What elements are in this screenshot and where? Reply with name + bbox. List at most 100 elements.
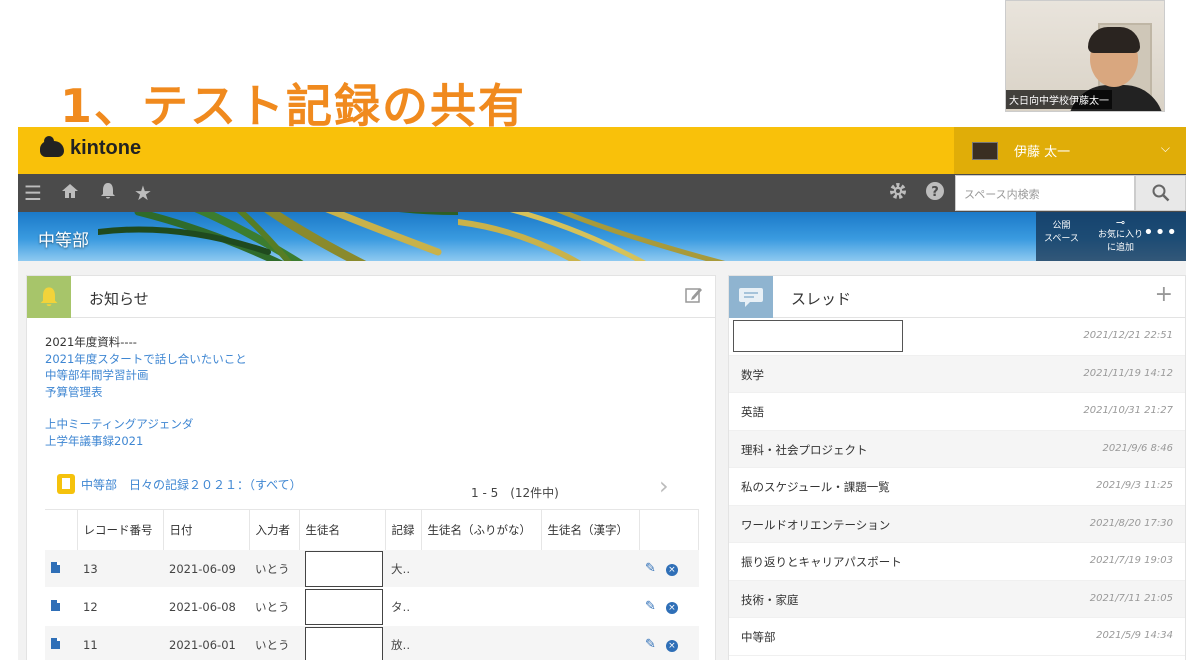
records-header[interactable]: 中等部 日々の記録２０２１：（すべて）: [57, 474, 302, 494]
thread-name: 理科・社会プロジェクト: [741, 442, 868, 457]
record-id: 11: [77, 625, 163, 660]
record-date: 2021-06-09: [163, 549, 249, 588]
threads-panel: スレッド + 2021/12/21 22:51 数学 2021/11/19 14…: [728, 275, 1186, 660]
public-label-1: 公開: [1052, 221, 1071, 231]
thread-date: 2021/7/19 19:03: [1089, 555, 1173, 566]
delete-icon[interactable]: ×: [665, 640, 678, 653]
thread-item[interactable]: 数学 2021/11/19 14:12: [729, 355, 1185, 393]
thread-item[interactable]: 英語 2021/10/31 21:27: [729, 393, 1185, 431]
public-space-button[interactable]: 公開 スペース: [1044, 220, 1079, 246]
favorite-label-2: に追加: [1107, 243, 1135, 253]
thread-name: 振り返りとキャリアパスポート: [741, 555, 902, 569]
nav-bar: ☰ ★ ? スペース内検索: [18, 174, 1186, 212]
notice-link[interactable]: 予算管理表: [45, 384, 247, 401]
threads-title: スレッド: [791, 290, 852, 308]
record-author: いとう: [249, 625, 299, 660]
thread-name: 数学: [741, 367, 764, 382]
chat-bubble-icon: [729, 276, 773, 318]
thread-date: 2021/5/9 14:34: [1096, 630, 1173, 641]
kintone-logo[interactable]: kintone: [40, 135, 142, 160]
records-table: レコード番号 日付 入力者 生徒名 記録 生徒名（ふりがな） 生徒名（漢字） 1…: [45, 509, 699, 660]
pencil-icon[interactable]: ✎: [645, 561, 656, 576]
thread-item[interactable]: 理科・社会プロジェクト 2021/9/6 8:46: [729, 430, 1185, 468]
redacted-thread-name: [733, 320, 903, 352]
pencil-icon[interactable]: ✎: [645, 599, 656, 614]
thread-item[interactable]: 私のスケジュール・課題一覧 2021/9/3 11:25: [729, 468, 1185, 506]
column-header[interactable]: 入力者: [249, 509, 300, 550]
threads-header: スレッド +: [729, 276, 1185, 318]
redacted-student-name: [305, 550, 383, 587]
notice-link[interactable]: 2021年度スタートで話し合いたいこと: [45, 351, 247, 368]
search-icon: [1152, 184, 1169, 202]
notice-panel: お知らせ 2021年度資料---- 2021年度スタートで話し合いたいこと 中等…: [26, 275, 716, 660]
palm-leaves-image: [98, 212, 458, 261]
column-header[interactable]: 生徒名（漢字）: [541, 509, 640, 550]
thread-date: 2021/9/3 11:25: [1096, 480, 1173, 491]
table-row[interactable]: 12 2021-06-08 いとう タ‥ ✎ ×: [45, 587, 699, 626]
thread-date: 2021/7/11 21:05: [1089, 592, 1173, 604]
column-header: [639, 509, 699, 550]
chevron-right-icon[interactable]: ›: [659, 472, 669, 500]
palm-leaves-image-2: [458, 212, 726, 261]
delete-icon[interactable]: ×: [665, 564, 678, 576]
svg-text:?: ?: [931, 185, 939, 200]
menu-icon[interactable]: ☰: [24, 181, 42, 205]
delete-icon[interactable]: ×: [665, 602, 678, 614]
redacted-student-name: [305, 626, 383, 660]
pencil-icon[interactable]: ✎: [645, 637, 656, 652]
record-detail-icon[interactable]: [51, 561, 60, 573]
add-thread-icon[interactable]: +: [1155, 282, 1173, 307]
thread-item[interactable]: 2021/12/21 22:51: [729, 318, 1185, 356]
user-name: 伊藤 太一: [1014, 145, 1071, 160]
thread-name: 英語: [741, 405, 764, 419]
column-header[interactable]: レコード番号: [77, 509, 164, 550]
edit-icon[interactable]: [685, 286, 703, 309]
record-detail-icon[interactable]: [51, 637, 60, 649]
logo-text: kintone: [70, 137, 142, 159]
notice-content: 2021年度資料---- 2021年度スタートで話し合いたいこと 中等部年間学習…: [45, 334, 247, 449]
thread-item[interactable]: 振り返りとキャリアパスポート 2021/7/19 19:03: [729, 543, 1185, 581]
notice-link[interactable]: 上中ミーティングアジェンダ: [45, 416, 247, 433]
notice-link[interactable]: 中等部年間学習計画: [45, 367, 247, 384]
notice-link[interactable]: 上学年議事録2021: [45, 433, 247, 450]
more-icon[interactable]: •••: [1143, 222, 1178, 243]
webcam-name-label: 大日向中学校伊藤太一: [1006, 90, 1112, 109]
gear-icon[interactable]: [888, 181, 908, 206]
space-title: 中等部: [38, 231, 89, 251]
app-icon: [57, 474, 75, 494]
column-header: [45, 509, 78, 550]
search-button[interactable]: [1135, 175, 1186, 211]
record-id: 12: [77, 587, 163, 626]
record-date: 2021-06-08: [163, 587, 249, 626]
record-author: いとう: [249, 549, 299, 588]
thread-date: 2021/9/6 8:46: [1102, 442, 1173, 454]
kintone-window: kintone 伊藤 太一 ⌵ ☰ ★ ? スペース内検索 中等部 公開 スペー…: [18, 127, 1186, 660]
user-menu[interactable]: 伊藤 太一 ⌵: [954, 127, 1186, 174]
notice-title: お知らせ: [89, 290, 149, 308]
star-icon[interactable]: ★: [134, 181, 152, 205]
record-detail-icon[interactable]: [51, 599, 60, 611]
table-row[interactable]: 13 2021-06-09 いとう 大‥ ✎ ×: [45, 549, 699, 588]
home-icon[interactable]: [60, 181, 80, 206]
table-row[interactable]: 11 2021-06-01 いとう 放‥ ✎ ×: [45, 625, 699, 660]
presenter-hair: [1088, 27, 1140, 53]
record-author: いとう: [249, 587, 299, 626]
record-note: 放‥: [385, 625, 421, 660]
column-header[interactable]: 日付: [163, 509, 250, 550]
thread-date: 2021/8/20 17:30: [1089, 517, 1173, 529]
notice-heading: 2021年度資料----: [45, 335, 137, 349]
add-favorite-button[interactable]: ⊸ お気に入り に追加: [1098, 216, 1143, 255]
record-note: 大‥: [385, 549, 421, 588]
thread-date: 2021/12/21 22:51: [1083, 330, 1173, 341]
space-search-input[interactable]: スペース内検索: [955, 175, 1135, 211]
column-header[interactable]: 生徒名: [299, 509, 386, 550]
help-icon[interactable]: ?: [925, 181, 945, 206]
column-header[interactable]: 生徒名（ふりがな）: [421, 509, 542, 550]
thread-item[interactable]: 技術・家庭 2021/7/11 21:05: [729, 580, 1185, 618]
bell-icon[interactable]: [98, 181, 118, 206]
column-header[interactable]: 記録: [385, 509, 422, 550]
thread-date: 2021/11/19 14:12: [1083, 367, 1173, 379]
space-banner: 中等部 公開 スペース ⊸ お気に入り に追加 •••: [18, 212, 1186, 261]
thread-item[interactable]: 中等部 2021/5/9 14:34: [729, 618, 1185, 656]
thread-item[interactable]: ワールドオリエンテーション 2021/8/20 17:30: [729, 505, 1185, 543]
